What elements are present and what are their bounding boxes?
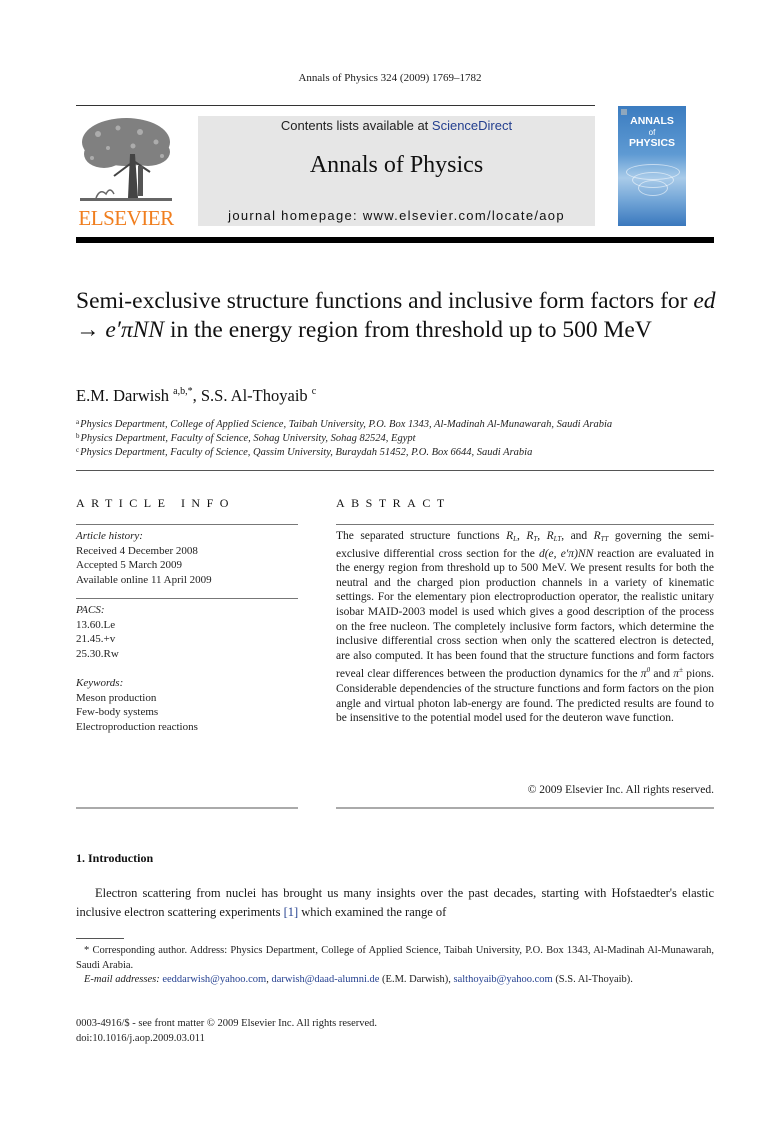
article-info-heading: ARTICLE INFO [76, 496, 235, 510]
issn-line: 0003-4916/$ - see front matter © 2009 El… [76, 1018, 378, 1029]
journal-cover-image[interactable]: ANNALS of PHYSICS [618, 106, 686, 226]
article-info-rule [76, 524, 298, 525]
abstract-text: The separated structure functions RL, RT… [336, 530, 715, 725]
pacs-code: 21.45.+v [76, 633, 116, 645]
symbol-rlt: RLT [546, 530, 562, 543]
symbol-rl: RL [506, 530, 518, 543]
article-history: Article history: Received 4 December 200… [76, 529, 212, 587]
cover-title-line3: PHYSICS [628, 137, 676, 149]
pacs-code: 13.60.Le [76, 618, 116, 631]
affiliation: cPhysics Department, Faculty of Science,… [76, 446, 532, 458]
header-thick-rule [76, 237, 714, 243]
abstract-segment: The separated structure functions [336, 530, 507, 542]
article-title: Semi-exclusive structure functions and i… [76, 287, 716, 345]
symbol-rt: RT [526, 530, 538, 543]
abstract-heading: ABSTRACT [336, 496, 451, 510]
email-addresses: E-mail addresses: eeddarwish@yahoo.com, … [84, 974, 633, 985]
front-matter-info: 0003-4916/$ - see front matter © 2009 El… [76, 1017, 377, 1046]
pacs-label: PACS: [76, 604, 105, 616]
keyword[interactable]: Few-body systems [76, 705, 198, 720]
journal-citation: Annals of Physics 324 (2009) 1769–1782 [298, 72, 482, 84]
article-info-rule [76, 807, 298, 809]
cover-ripple-icon [638, 180, 668, 196]
online-date: Available online 11 April 2009 [76, 573, 212, 586]
footnote: * Corresponding author. Address: Physics… [76, 944, 714, 988]
elsevier-logo[interactable]: ELSEVIER [76, 114, 176, 230]
author-marks[interactable]: c [312, 386, 316, 397]
section-heading-introduction: 1. Introduction [76, 851, 154, 865]
journal-title: Annals of Physics [309, 152, 484, 178]
affiliation-text: Physics Department, Faculty of Science, … [80, 433, 416, 444]
author-marks[interactable]: a,b,* [173, 386, 192, 397]
abstract-copyright: © 2009 Elsevier Inc. All rights reserved… [527, 784, 714, 796]
abstract-segment: , and [561, 530, 594, 542]
introduction-paragraph: Electron scattering from nuclei has brou… [76, 884, 714, 922]
symbol-rtt: RTT [593, 530, 609, 543]
abstract-segment: reac­tion are evaluated in the energy re… [336, 547, 714, 681]
pacs-code: 25.30.Rw [76, 647, 119, 660]
email-owner: (E.M. Darwish), [379, 974, 454, 985]
sciencedirect-link[interactable]: ScienceDirect [432, 118, 512, 133]
abstract-segment: and [650, 668, 674, 681]
journal-banner: Contents lists available at ScienceDirec… [198, 116, 595, 226]
article-history-label: Article history: [76, 530, 143, 542]
accepted-date: Accepted 5 March 2009 [76, 559, 182, 571]
email-link[interactable]: salthoyaib@yahoo.com [453, 974, 552, 985]
contents-prefix: Contents lists available at [280, 118, 432, 133]
section-rule [76, 470, 714, 471]
doi-link[interactable]: doi:10.1016/j.aop.2009.03.011 [76, 1032, 377, 1047]
email-label: E-mail addresses: [84, 974, 160, 985]
affiliation: aPhysics Department, College of Applied … [76, 418, 612, 430]
author-list: E.M. Darwish a,b,*, S.S. Al-Thoyaib c [76, 386, 317, 405]
author-name[interactable]: E.M. Darwish [76, 386, 169, 405]
article-info-rule [76, 598, 298, 599]
affiliation-mark: c [76, 446, 80, 454]
reference-link[interactable]: [1] [284, 905, 299, 919]
received-date: Received 4 December 2008 [76, 544, 198, 557]
title-text: Semi-exclusive structure functions and i… [76, 288, 694, 314]
keyword[interactable]: Meson production [76, 691, 198, 706]
keywords-label: Keywords: [76, 677, 124, 689]
corresponding-author-note: * Corresponding author. Address: Physics… [76, 945, 714, 971]
author-name[interactable]: S.S. Al-Thoyaib [201, 386, 308, 405]
keywords-list: Keywords: Meson production Few-body syst… [76, 676, 198, 734]
elsevier-wordmark: ELSEVIER [78, 206, 174, 230]
symbol-pipm: π± [673, 666, 683, 681]
elsevier-tree-icon [80, 118, 172, 201]
pacs-list: PACS: 13.60.Le 21.45.+v 25.30.Rw [76, 603, 119, 661]
email-link[interactable]: darwish@daad-alumni.de [271, 974, 379, 985]
header-rule [76, 105, 595, 106]
contents-line: Contents lists available at ScienceDirec… [198, 118, 595, 133]
affiliation-mark: a [76, 418, 80, 426]
abstract-rule [336, 807, 714, 809]
affiliation-mark: b [76, 432, 80, 440]
abstract-rule [336, 524, 714, 525]
footnote-rule [76, 938, 124, 939]
affiliation-text: Physics Department, College of Applied S… [80, 419, 613, 430]
email-owner: (S.S. Al-Thoyaib). [552, 974, 633, 985]
keyword[interactable]: Electroproduction reactions [76, 720, 198, 735]
cover-title: ANNALS of PHYSICS [618, 116, 686, 149]
title-text: in the energy region from threshold up t… [164, 317, 652, 343]
cover-title-line1: ANNALS [630, 115, 674, 127]
intro-text: which examined the range of [298, 905, 447, 919]
abstract-reaction: d(e, e′π)NN [538, 547, 594, 560]
email-link[interactable]: eeddarwish@yahoo.com [162, 974, 266, 985]
cover-publisher-mark-icon [621, 109, 627, 115]
affiliation-text: Physics Department, Faculty of Science, … [80, 447, 533, 458]
journal-homepage-link[interactable]: journal homepage: www.elsevier.com/locat… [198, 208, 595, 223]
symbol-pi0: π0 [640, 666, 651, 681]
affiliation: bPhysics Department, Faculty of Science,… [76, 432, 416, 444]
